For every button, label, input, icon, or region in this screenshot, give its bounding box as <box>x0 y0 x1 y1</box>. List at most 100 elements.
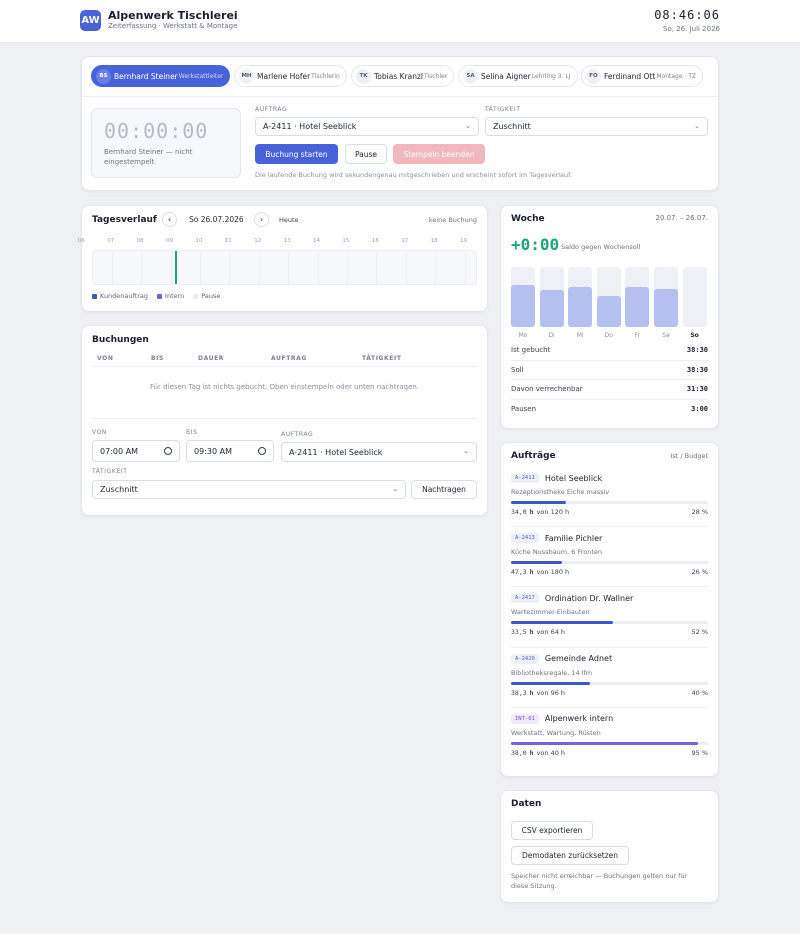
order-hours: 47,3 h von 180 h <box>511 568 569 576</box>
prev-day-button[interactable]: ‹ <box>162 212 177 227</box>
chevron-down-icon: ⌄ <box>694 122 700 130</box>
form-auftrag-select[interactable]: A-2411 · Hotel Seeblick ⌄ <box>281 442 477 462</box>
app-title: Alpenwerk Tischlerei <box>108 9 238 22</box>
order-name: Alpenwerk intern <box>544 714 614 724</box>
end-stamp-button[interactable]: Stempeln beenden <box>393 144 485 164</box>
worker-tab[interactable]: FO Ferdinand Ott Montage · TZ <box>581 65 704 87</box>
order-unit: h <box>529 688 534 697</box>
auftrag-label: AUFTRAG <box>255 106 288 113</box>
order-divider <box>511 706 708 708</box>
timeline-hour-label: 08 <box>136 238 144 244</box>
today-button[interactable]: Heute <box>279 216 299 224</box>
timeline-legend: Kundenauftrag Intern Pause <box>92 292 229 300</box>
timeline-hour-label: 14 <box>313 238 320 244</box>
auftrag-select[interactable]: A-2411 · Hotel Seeblick ⌄ <box>255 117 479 136</box>
timeline-grid-line <box>258 251 260 284</box>
reset-demo-button[interactable]: Demodaten zurücksetzen <box>511 846 629 865</box>
legend-label: Intern <box>165 292 185 300</box>
start-booking-button[interactable]: Buchung starten <box>255 144 338 164</box>
timeline-status: keine Buchung <box>428 216 477 224</box>
timeline-grid-line <box>464 251 466 284</box>
order-meta: 34,0 h von 120 h 28 % <box>511 508 708 516</box>
order-divider <box>511 586 708 588</box>
timeline-grid-line <box>288 251 290 284</box>
week-stat-value: 38:30 <box>686 365 708 374</box>
week-day-label: Fr <box>634 332 641 339</box>
nachtragen-button[interactable]: Nachtragen <box>411 480 477 499</box>
order-item[interactable]: INT-01 Alpenwerk intern Werkstatt, Wartung… <box>511 713 708 760</box>
von-label: VON <box>92 429 108 436</box>
order-name: Ordination Dr. Wallner <box>544 593 634 603</box>
order-code: INT-01 <box>511 713 539 724</box>
worker-tab[interactable]: BS Bernhard Steiner Werkstattleiter <box>91 65 231 87</box>
order-ist: 34,0 <box>511 508 527 516</box>
taetigkeit-select[interactable]: Zuschnitt ⌄ <box>485 117 708 136</box>
worker-tab[interactable]: TK Tobias Kranzl Tischler <box>351 65 455 87</box>
order-percent: 52 % <box>691 628 708 637</box>
bis-time-value: 09:30 AM <box>194 446 232 456</box>
order-name: Gemeinde Adnet <box>544 654 613 664</box>
timeline-grid-line <box>111 251 113 284</box>
timeline-hour-label: 09 <box>166 238 173 244</box>
order-meta: 33,5 h von 64 h 52 % <box>511 628 708 636</box>
week-day-label: Mi <box>576 332 584 339</box>
bis-label: BIS <box>186 429 198 436</box>
orders-meta: Ist / Budget <box>670 452 708 460</box>
legend-item: Intern <box>157 292 184 300</box>
legend-item: Kundenauftrag <box>92 292 148 300</box>
order-budget: von 64 h <box>536 628 566 637</box>
worker-role: Tischlerin <box>311 72 340 80</box>
timeline-grid-line <box>170 251 172 284</box>
order-title: A-2420 Gemeinde Adnet <box>511 653 708 664</box>
form-divider <box>92 418 477 419</box>
form-taetigkeit-label: TÄTIGKEIT <box>92 468 128 475</box>
order-ist: 33,5 <box>511 628 527 637</box>
order-progress-bar <box>511 621 708 625</box>
week-stat-label: Soll <box>511 365 524 374</box>
order-percent: 28 % <box>691 508 708 516</box>
form-taetigkeit-select[interactable]: Zuschnitt ⌄ <box>92 480 406 499</box>
order-description: Werkstatt, Wartung, Rüsten <box>511 728 601 737</box>
order-code: A-2420 <box>511 653 539 664</box>
timeline-hour-label: 19 <box>460 238 467 244</box>
worker-avatar: TK <box>356 68 371 84</box>
timeline-hour-label: 10 <box>195 238 203 244</box>
chevron-left-icon: ‹ <box>167 215 172 224</box>
order-budget: von 120 h <box>536 508 570 516</box>
timeline-grid-line <box>199 251 201 284</box>
order-meta: 47,3 h von 180 h 26 % <box>511 568 708 576</box>
order-item[interactable]: A-2411 Hotel Seeblick Rezeptionstheke Eich… <box>511 473 708 519</box>
order-percent: 26 % <box>691 568 708 577</box>
timeline-grid <box>92 250 477 285</box>
bookings-title: Buchungen <box>92 335 149 345</box>
bis-time-input[interactable]: 09:30 AM <box>186 440 274 462</box>
week-day-label: So <box>690 332 699 339</box>
pause-button[interactable]: Pause <box>345 144 387 164</box>
form-auftrag-label: AUFTRAG <box>281 431 314 438</box>
timeline-grid-line <box>317 251 319 284</box>
csv-export-button[interactable]: CSV exportieren <box>511 821 593 840</box>
worker-tab[interactable]: SA Selina Aigner Lehrling 3. LJ <box>458 65 578 87</box>
order-ist: 38,3 <box>511 688 527 697</box>
order-hours: 33,5 h von 64 h <box>511 628 565 636</box>
order-item[interactable]: A-2413 Familie Pichler Küche Nussbaum, 6 F… <box>511 533 708 579</box>
order-name: Hotel Seeblick <box>544 473 603 483</box>
order-item[interactable]: A-2417 Ordination Dr. Wallner Wartezimmer-… <box>511 593 708 639</box>
order-item[interactable]: A-2420 Gemeinde Adnet Bibliotheksregale, 1… <box>511 653 708 700</box>
week-saldo: +0:00 <box>511 235 560 254</box>
order-hours: 38,0 h von 40 h <box>511 749 565 757</box>
order-progress-bar <box>511 741 708 745</box>
von-time-input[interactable]: 07:00 AM <box>92 440 180 462</box>
chevron-down-icon: ⌄ <box>465 122 471 130</box>
order-unit: h <box>529 568 534 577</box>
order-title: INT-01 Alpenwerk intern <box>511 713 708 724</box>
timeline-grid-line <box>346 251 348 284</box>
order-progress-fill <box>511 621 614 625</box>
next-day-button[interactable]: › <box>254 212 269 227</box>
worker-tab[interactable]: MH Marlene Hofer Tischlerin <box>234 65 347 87</box>
taetigkeit-select-value: Zuschnitt <box>493 122 531 131</box>
timer-box: 00:00:00 Bernhard Steiner — nicht einges… <box>91 108 241 178</box>
week-day-bar <box>596 296 621 327</box>
order-budget: von 180 h <box>536 568 570 577</box>
order-description: Küche Nussbaum, 6 Fronten <box>511 548 603 557</box>
